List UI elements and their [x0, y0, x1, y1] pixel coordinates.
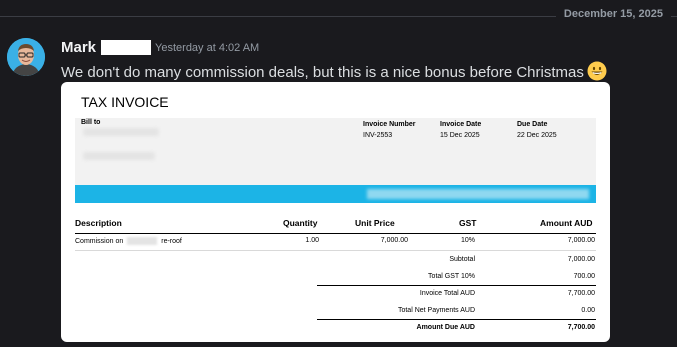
col-header-description: Description: [75, 218, 122, 228]
col-header-gst: GST: [459, 218, 477, 228]
line-description-prefix: Commission on: [75, 237, 124, 245]
col-header-amount: Amount AUD: [540, 218, 593, 228]
accent-bar: [75, 185, 596, 203]
line-description-suffix: re-roof: [161, 237, 182, 245]
due-date-label: Due Date: [517, 121, 548, 128]
line-quantity: 1.00: [305, 237, 319, 244]
message-text: We don't do many commission deals, but t…: [61, 64, 584, 81]
invoice-date-value: 15 Dec 2025: [440, 132, 480, 139]
line-description: Commission on re-roof: [75, 237, 182, 245]
invoice-number-value: INV-2553: [363, 132, 393, 139]
payments-row: Total Net Payments AUD 0.00: [75, 307, 596, 319]
gst-total-row: Total GST 10% 700.00: [75, 273, 596, 285]
amount-due-value: 7,700.00: [567, 324, 595, 331]
col-header-unit-price: Unit Price: [355, 218, 395, 228]
invoice-attachment[interactable]: TAX INVOICE Bill to Invoice Number INV-2…: [61, 82, 610, 342]
line-gst: 10%: [460, 237, 475, 244]
redacted-address: [127, 237, 158, 245]
bill-to-label: Bill to: [81, 119, 101, 126]
avatar-photo-icon: [7, 38, 45, 76]
totals-rule: [317, 285, 596, 286]
due-date-block: Due Date 22 Dec 2025: [517, 119, 557, 141]
row-rule: [75, 250, 596, 251]
redacted-business-details: [367, 189, 589, 199]
redacted-address-line: [83, 128, 159, 136]
author-name[interactable]: Mark: [61, 39, 96, 56]
table-row: Commission on re-roof 1.00 7,000.00 10% 7…: [75, 237, 596, 249]
line-unit-price: 7,000.00: [380, 237, 408, 244]
col-header-quantity: Quantity: [283, 218, 318, 228]
payments-value: 0.00: [581, 307, 595, 314]
amount-due-rule: [317, 319, 596, 320]
message-body: We don't do many commission deals, but t…: [61, 61, 607, 81]
invoice-title: TAX INVOICE: [81, 94, 169, 110]
gst-total-value: 700.00: [573, 273, 595, 280]
avatar[interactable]: [7, 38, 45, 76]
message-timestamp: Yesterday at 4:02 AM: [155, 41, 260, 54]
subtotal-row: Subtotal 7,000.00: [75, 256, 596, 268]
amount-due-label: Amount Due AUD: [416, 324, 475, 331]
redacted-address-line: [83, 152, 155, 160]
invoice-date-block: Invoice Date 15 Dec 2025: [440, 119, 481, 141]
amount-due-row: Amount Due AUD 7,700.00: [75, 324, 596, 336]
subtotal-label: Subtotal: [449, 256, 475, 263]
due-date-value: 22 Dec 2025: [517, 132, 557, 139]
message-header: Mark Yesterday at 4:02 AM: [61, 37, 260, 56]
grinning-face-emoji-icon: [587, 61, 607, 81]
invoice-number-block: Invoice Number INV-2553: [363, 119, 416, 141]
invoice-total-value: 7,700.00: [567, 290, 595, 297]
date-divider-label: December 15, 2025: [555, 8, 671, 20]
subtotal-value: 7,000.00: [567, 256, 595, 263]
invoice-total-label: Invoice Total AUD: [419, 290, 475, 297]
invoice-date-label: Invoice Date: [440, 121, 482, 128]
redaction-box: [101, 40, 152, 55]
line-amount: 7,000.00: [567, 237, 595, 244]
header-rule: [75, 233, 596, 234]
invoice-total-row: Invoice Total AUD 7,700.00: [75, 290, 596, 302]
gst-total-label: Total GST 10%: [428, 273, 475, 280]
payments-label: Total Net Payments AUD: [397, 307, 475, 314]
invoice-number-label: Invoice Number: [363, 121, 416, 128]
